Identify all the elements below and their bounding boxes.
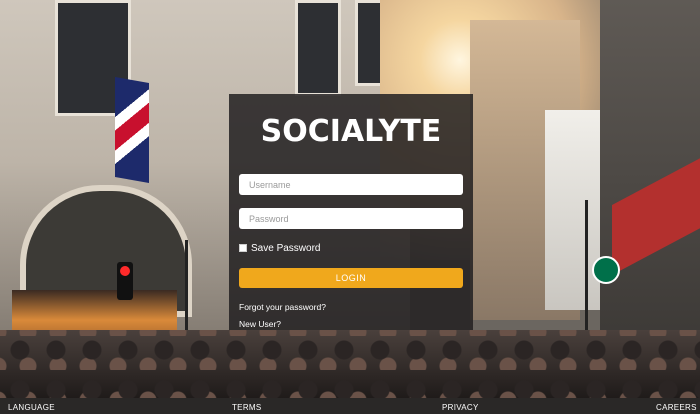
- save-password-checkbox[interactable]: [239, 244, 247, 252]
- footer-bar: LANGUAGE TERMS PRIVACY CAREERS: [0, 398, 700, 414]
- username-input[interactable]: [239, 174, 463, 195]
- crowd: [0, 330, 700, 400]
- footer-privacy-link[interactable]: PRIVACY: [442, 403, 479, 412]
- login-panel: SOCIALYTE Save Password LOGIN Forgot you…: [229, 94, 473, 330]
- footer-language-link[interactable]: LANGUAGE: [8, 403, 55, 412]
- brand-logo: SOCIALYTE: [260, 114, 442, 149]
- footer-careers-link[interactable]: CAREERS: [656, 403, 697, 412]
- traffic-light: [117, 262, 133, 300]
- footer-terms-link[interactable]: TERMS: [232, 403, 262, 412]
- password-input[interactable]: [239, 208, 463, 229]
- new-user-link[interactable]: New User?: [239, 319, 281, 329]
- cafe-sign: [592, 256, 620, 284]
- save-password-label: Save Password: [251, 242, 321, 254]
- save-password-row[interactable]: Save Password: [239, 242, 320, 254]
- forgot-password-link[interactable]: Forgot your password?: [239, 302, 326, 312]
- union-flag: [115, 77, 149, 183]
- login-button[interactable]: LOGIN: [239, 268, 463, 288]
